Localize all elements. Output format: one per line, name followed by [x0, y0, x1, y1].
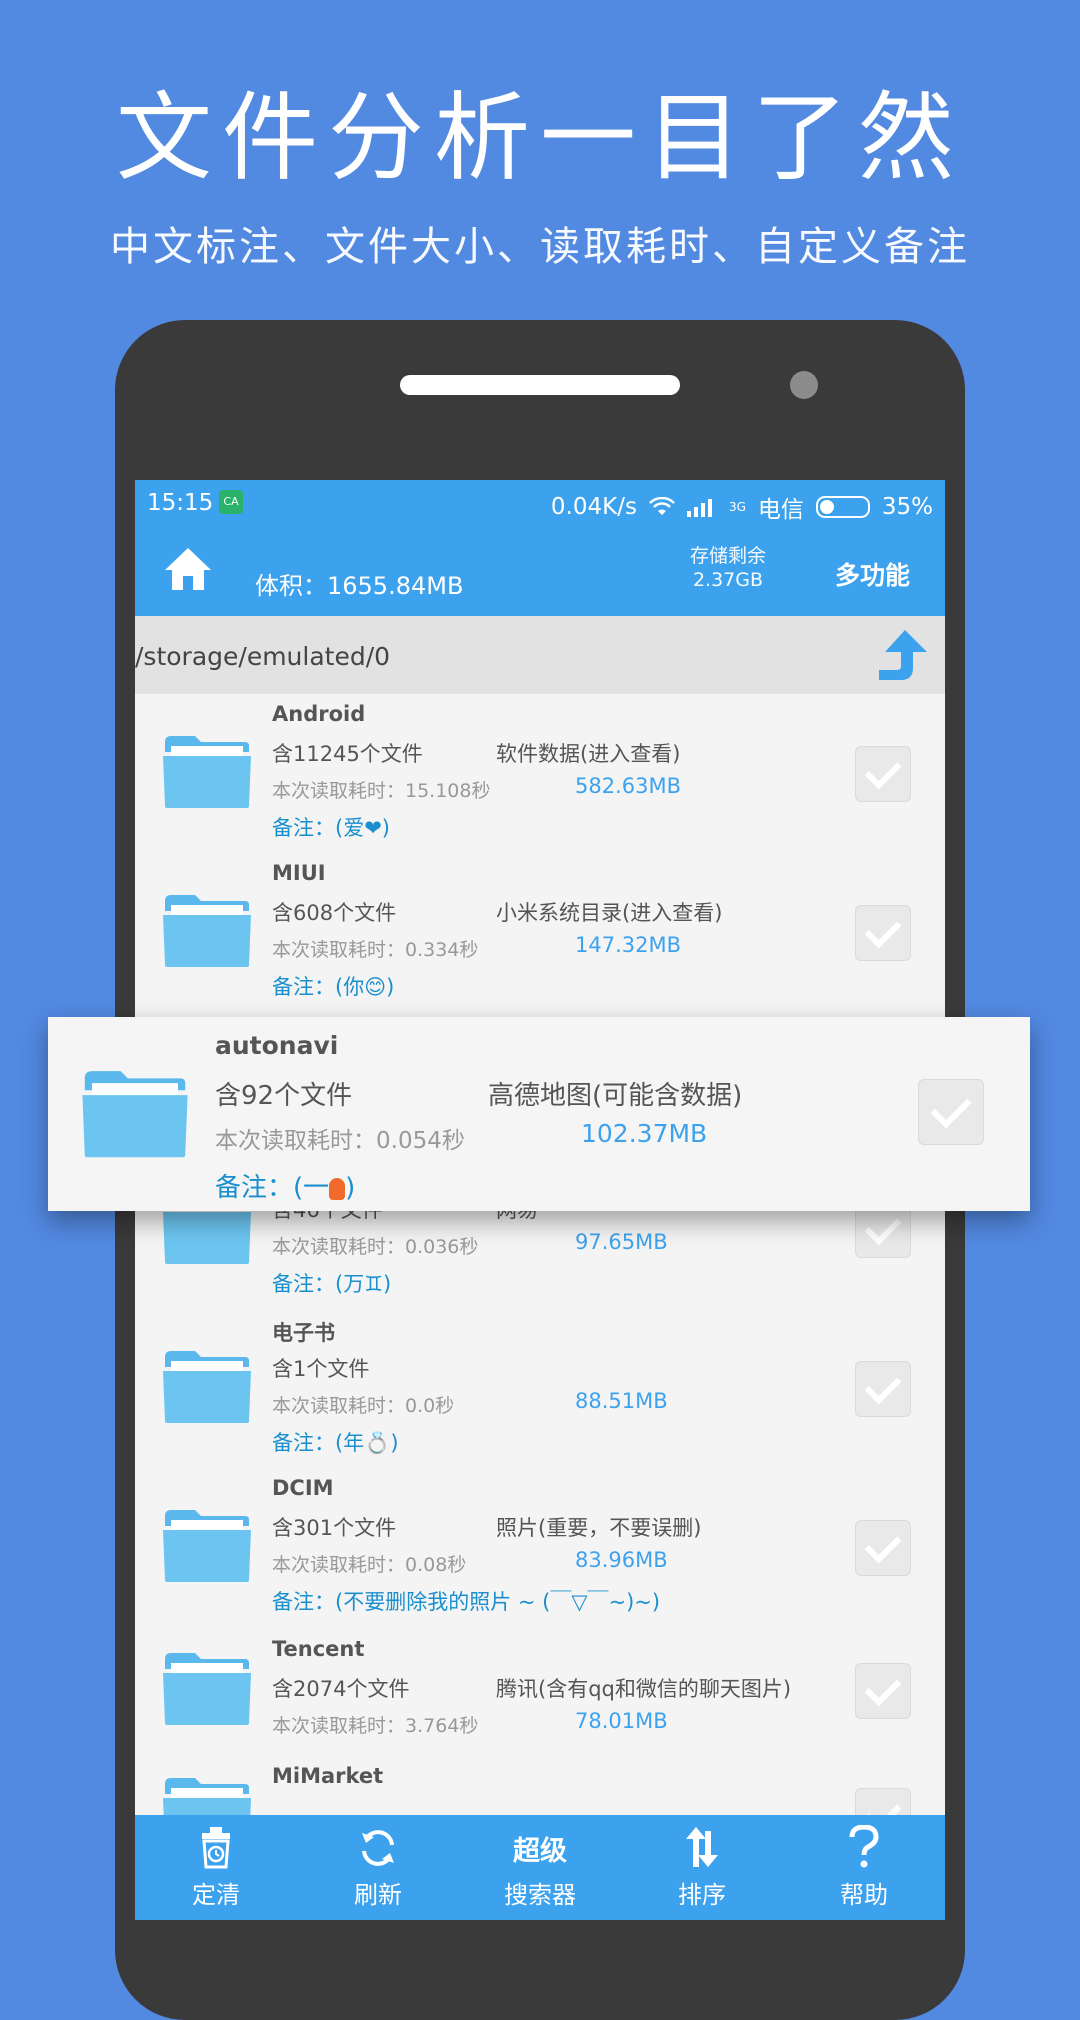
folder-row[interactable]: Android 含11245个文件 软件数据(进入查看) 本次读取耗时：15.1… — [135, 694, 945, 854]
read-time: 本次读取耗时：15.108秒 — [272, 780, 491, 802]
folder-row[interactable]: 电子书 含1个文件 本次读取耗时：0.0秒 88.51MB 备注：(年💍) — [135, 1309, 945, 1469]
tulip-icon — [329, 1177, 346, 1200]
app-header: 体积：1655.84MB 存储剩余 2.37GB 多功能 — [135, 526, 945, 616]
battery-icon — [815, 496, 870, 518]
folder-description: 小米系统目录(进入查看) — [496, 901, 723, 925]
phone-camera — [790, 371, 818, 399]
folder-size: 147.32MB — [575, 933, 682, 957]
clean-label: 定清 — [192, 1881, 240, 1909]
row-checkbox[interactable] — [855, 746, 911, 802]
network-speed: 0.04K/s — [550, 494, 637, 520]
bottom-toolbar: 定清 刷新 超级 搜索器 排序 帮助 — [135, 1815, 945, 1920]
row-checkbox[interactable] — [918, 1079, 984, 1145]
read-time: 本次读取耗时：0.036秒 — [272, 1236, 479, 1258]
folder-name: autonavi — [215, 1031, 339, 1060]
storage-label: 存储剩余 — [690, 545, 767, 567]
folder-description: 照片(重要，不要误删) — [496, 1516, 702, 1540]
folder-note: 备注：(爱❤) — [272, 816, 390, 840]
folder-row[interactable]: DCIM 含301个文件 照片(重要，不要误删) 本次读取耗时：0.08秒 83… — [135, 1468, 945, 1628]
clean-button[interactable]: 定清 — [135, 1815, 297, 1920]
folder-icon — [163, 1510, 251, 1582]
multi-function-button[interactable]: 多功能 — [835, 556, 910, 592]
network-type: 3G — [728, 500, 746, 514]
folder-note: 备注：(年💍) — [272, 1431, 399, 1455]
folder-size: 582.63MB — [575, 774, 682, 798]
folder-row[interactable]: Tencent 含2074个文件 腾讯(含有qq和微信的聊天图片) 本次读取耗时… — [135, 1627, 945, 1753]
phone-speaker — [400, 375, 680, 395]
folder-description: 腾讯(含有qq和微信的聊天图片) — [496, 1677, 792, 1701]
folder-note: 备注：(万♊) — [272, 1272, 392, 1296]
folder-note: 备注：(不要删除我的照片 ~ (￣▽￣~)~) — [272, 1590, 661, 1614]
notification-app-icon: CA — [219, 490, 243, 514]
row-checkbox[interactable] — [855, 1361, 911, 1417]
read-time: 本次读取耗时：0.08秒 — [272, 1554, 467, 1576]
super-search-button[interactable]: 超级 搜索器 — [459, 1815, 621, 1920]
file-count: 含92个文件 — [215, 1081, 353, 1111]
folder-name: MIUI — [272, 861, 326, 885]
file-count: 含608个文件 — [272, 901, 397, 925]
read-time: 本次读取耗时：0.0秒 — [272, 1395, 455, 1417]
note-prefix: 备注：(一 — [215, 1173, 330, 1203]
folder-name: 电子书 — [272, 1321, 335, 1345]
help-label: 帮助 — [840, 1881, 888, 1909]
refresh-button[interactable]: 刷新 — [297, 1815, 459, 1920]
folder-icon — [163, 895, 251, 967]
go-up-icon[interactable] — [875, 628, 933, 686]
folder-note: 备注：(你😊) — [272, 975, 395, 999]
folder-name: Android — [272, 702, 366, 726]
row-checkbox[interactable] — [855, 905, 911, 961]
highlighted-folder-row[interactable]: autonavi 含92个文件 高德地图(可能含数据) 本次读取耗时：0.054… — [48, 1017, 1030, 1211]
path-bar: /storage/emulated/0 — [135, 616, 945, 695]
folder-name: DCIM — [272, 1476, 334, 1500]
home-icon[interactable] — [163, 544, 213, 594]
status-bar: 15:15 CA 0.04K/s 3G 电信 35% — [135, 480, 945, 526]
total-volume: 体积：1655.84MB — [255, 572, 464, 600]
folder-icon — [163, 736, 251, 808]
file-count: 含1个文件 — [272, 1357, 370, 1381]
folder-icon — [82, 1071, 188, 1158]
storage-value: 2.37GB — [692, 569, 764, 591]
read-time: 本次读取耗时：0.054秒 — [215, 1128, 465, 1154]
battery-percent: 35% — [881, 494, 933, 520]
help-icon — [849, 1825, 879, 1868]
carrier-label: 电信 — [757, 497, 804, 523]
signal-icon — [686, 499, 712, 517]
folder-size: 83.96MB — [575, 1548, 668, 1572]
refresh-label: 刷新 — [354, 1881, 402, 1909]
folder-description: 软件数据(进入查看) — [496, 742, 681, 766]
file-count: 含2074个文件 — [272, 1677, 410, 1701]
sort-button[interactable]: 排序 — [621, 1815, 783, 1920]
row-checkbox[interactable] — [855, 1520, 911, 1576]
promo-title: 文件分析一目了然 — [116, 82, 964, 194]
sort-label: 排序 — [678, 1881, 726, 1909]
read-time: 本次读取耗时：3.764秒 — [272, 1715, 479, 1737]
search-label-bottom: 搜索器 — [504, 1881, 576, 1909]
folder-size: 102.37MB — [581, 1119, 708, 1148]
refresh-icon — [362, 1830, 394, 1866]
folder-icon — [163, 1653, 251, 1725]
sort-icon — [686, 1827, 718, 1867]
folder-icon — [163, 1351, 251, 1423]
promo-subtitle: 中文标注、文件大小、读取耗时、自定义备注 — [110, 224, 970, 270]
file-count: 含11245个文件 — [272, 742, 423, 766]
wifi-icon — [649, 497, 675, 515]
file-count: 含301个文件 — [272, 1516, 397, 1540]
folder-size: 88.51MB — [575, 1389, 668, 1413]
folder-name: MiMarket — [272, 1764, 384, 1788]
search-label-top: 超级 — [513, 1836, 567, 1867]
current-path: /storage/emulated/0 — [135, 642, 391, 671]
read-time: 本次读取耗时：0.334秒 — [272, 939, 479, 961]
storage-remaining: 存储剩余 2.37GB — [690, 544, 766, 592]
folder-description: 高德地图(可能含数据) — [488, 1081, 743, 1111]
note-suffix: ) — [345, 1173, 356, 1203]
folder-size: 78.01MB — [575, 1709, 668, 1733]
row-checkbox[interactable] — [855, 1663, 911, 1719]
timer-clean-icon — [202, 1827, 230, 1869]
folder-row[interactable]: MIUI 含608个文件 小米系统目录(进入查看) 本次读取耗时：0.334秒 … — [135, 853, 945, 1013]
status-time: 15:15 — [147, 490, 214, 516]
folder-size: 97.65MB — [575, 1230, 668, 1254]
folder-name: Tencent — [272, 1637, 365, 1661]
folder-note: 备注：(一) — [215, 1167, 355, 1204]
help-button[interactable]: 帮助 — [783, 1815, 945, 1920]
